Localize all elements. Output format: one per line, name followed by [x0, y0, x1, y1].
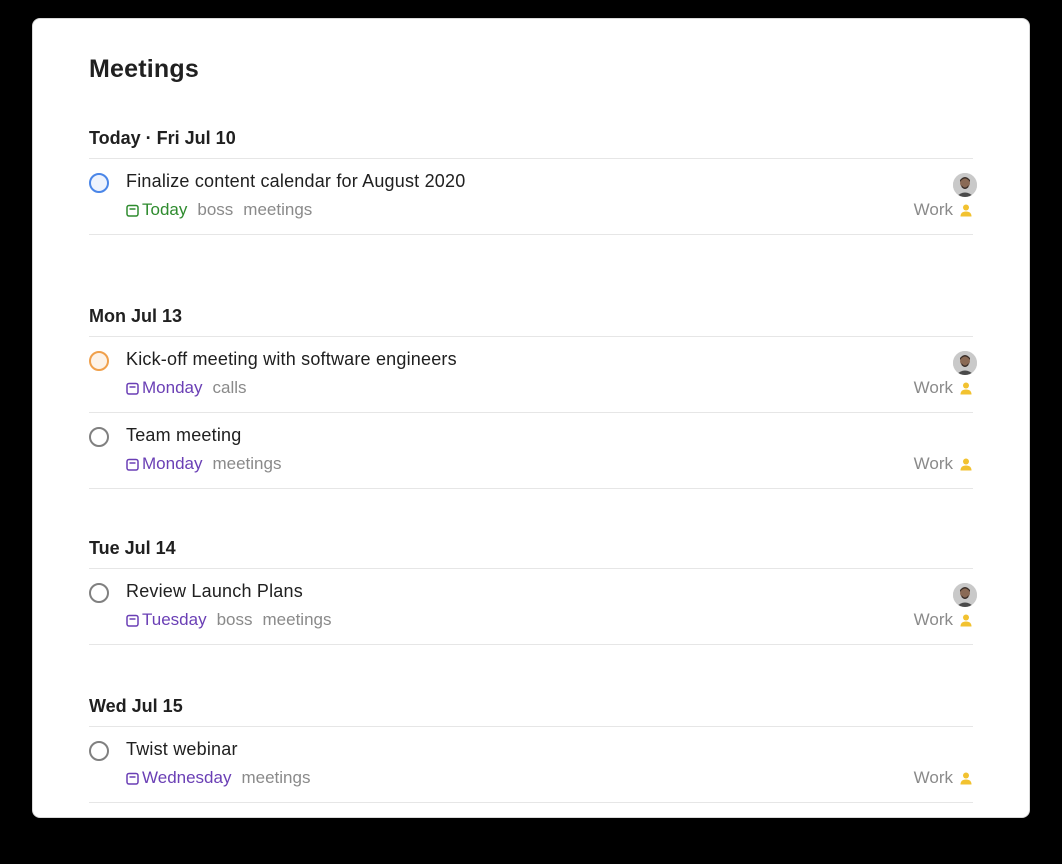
project[interactable]: Work [914, 768, 973, 788]
avatar[interactable] [953, 583, 977, 607]
task-checkbox[interactable] [89, 173, 109, 193]
task-title[interactable]: Finalize content calendar for August 202… [126, 171, 465, 192]
due-label: Monday [142, 378, 203, 397]
task-label[interactable]: meetings [212, 454, 281, 474]
avatar[interactable] [953, 351, 977, 375]
project-name: Work [913, 200, 953, 219]
person-icon [960, 614, 972, 627]
day-section: Mon Jul 13 Kick-off meeting with softwar… [89, 295, 977, 489]
task-label[interactable]: boss [197, 200, 233, 220]
due-label: Wednesday [142, 768, 232, 787]
task-title[interactable]: Kick-off meeting with software engineers [126, 349, 457, 370]
task-meta: Wednesday meetings [126, 768, 320, 788]
task-title[interactable]: Review Launch Plans [126, 581, 303, 602]
person-icon [960, 772, 972, 785]
project-name: Work [913, 454, 953, 473]
calendar-icon [126, 614, 139, 627]
task-meta: Today boss meetings [126, 200, 322, 220]
project[interactable]: Work [914, 200, 973, 220]
task-item[interactable]: Finalize content calendar for August 202… [89, 159, 977, 235]
task-title[interactable]: Team meeting [126, 425, 241, 446]
task-item[interactable]: Twist webinar Wednesday meetings Work [89, 727, 973, 803]
section-header: Mon Jul 13 [89, 295, 973, 337]
project-name: Work [913, 378, 953, 397]
day-section: Tue Jul 14 Review Launch Plans Tuesday b… [89, 527, 977, 645]
task-label[interactable]: meetings [243, 200, 312, 220]
project-name: Work [913, 610, 953, 629]
person-icon [960, 382, 972, 395]
due-date[interactable]: Wednesday [126, 768, 231, 788]
section-header: Today · Fri Jul 10 [89, 117, 973, 159]
task-label[interactable]: meetings [263, 610, 332, 630]
person-icon [960, 458, 972, 471]
project-name: Work [913, 768, 953, 787]
person-icon [960, 204, 972, 217]
calendar-icon [126, 458, 139, 471]
avatar-image [953, 351, 977, 375]
page-title: Meetings [89, 55, 199, 83]
due-date[interactable]: Monday [126, 378, 202, 398]
avatar-image [953, 173, 977, 197]
due-label: Monday [142, 454, 203, 473]
day-section: Today · Fri Jul 10 Finalize content cale… [89, 117, 977, 235]
project[interactable]: Work [914, 378, 973, 398]
task-checkbox[interactable] [89, 351, 109, 371]
calendar-icon [126, 772, 139, 785]
project[interactable]: Work [914, 454, 973, 474]
task-item[interactable]: Review Launch Plans Tuesday boss meeting… [89, 569, 977, 645]
calendar-icon [126, 382, 139, 395]
task-item[interactable]: Team meeting Monday meetings Work [89, 413, 973, 489]
project[interactable]: Work [914, 610, 973, 630]
task-meta: Monday meetings [126, 454, 291, 474]
calendar-icon [126, 204, 139, 217]
task-item[interactable]: Kick-off meeting with software engineers… [89, 337, 977, 413]
day-section: Wed Jul 15 Twist webinar Wednesday meeti… [89, 685, 973, 803]
due-date[interactable]: Monday [126, 454, 202, 474]
task-checkbox[interactable] [89, 583, 109, 603]
avatar-image [953, 583, 977, 607]
task-label[interactable]: meetings [241, 768, 310, 788]
due-date[interactable]: Today [126, 200, 187, 220]
task-title[interactable]: Twist webinar [126, 739, 238, 760]
due-label: Tuesday [142, 610, 207, 629]
due-date[interactable]: Tuesday [126, 610, 207, 630]
due-label: Today [142, 200, 188, 219]
avatar[interactable] [953, 173, 977, 197]
task-meta: Tuesday boss meetings [126, 610, 341, 630]
task-label[interactable]: calls [212, 378, 246, 398]
task-checkbox[interactable] [89, 741, 109, 761]
task-label[interactable]: boss [217, 610, 253, 630]
meetings-panel: Meetings Today · Fri Jul 10 Finalize con… [32, 18, 1030, 818]
section-header: Wed Jul 15 [89, 685, 973, 727]
section-header: Tue Jul 14 [89, 527, 973, 569]
task-meta: Monday calls [126, 378, 257, 398]
task-checkbox[interactable] [89, 427, 109, 447]
